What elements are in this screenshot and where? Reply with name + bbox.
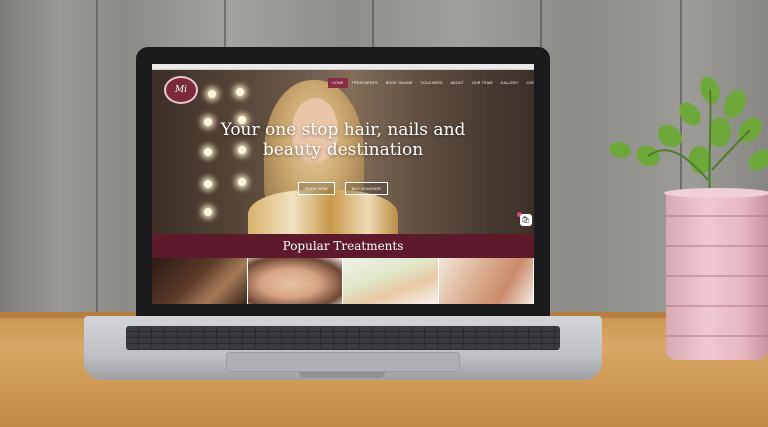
mirror-bulb: [204, 148, 212, 156]
section-title: Popular Treatments: [282, 239, 404, 253]
hero-section: Mi HOME TREATMENTS BOOK ONLINE VOUCHERS …: [152, 70, 534, 250]
laptop-trackpad: [226, 352, 460, 372]
nav-about[interactable]: ABOUT: [447, 78, 468, 88]
nav-contact[interactable]: CONTACT: [522, 78, 534, 88]
mirror-bulb: [204, 118, 212, 126]
laptop-notch: [299, 372, 385, 378]
laptop-screen: Mi HOME TREATMENTS BOOK ONLINE VOUCHERS …: [152, 64, 534, 304]
pot-ridge: [666, 275, 768, 277]
pot-rim: [664, 188, 768, 198]
plant-leaves: [609, 76, 768, 199]
logo-text: Mi: [174, 85, 188, 95]
salon-logo[interactable]: Mi: [164, 76, 198, 104]
basket-glyph: 🛍: [521, 217, 531, 224]
hero-headline: Your one stop hair, nails and beauty des…: [220, 120, 466, 160]
nav-vouchers[interactable]: VOUCHERS: [417, 78, 447, 88]
mirror-bulb: [208, 90, 216, 98]
treatment-tile-massage[interactable]: [438, 258, 534, 304]
pot-ridge: [666, 305, 768, 307]
treatment-tiles: [152, 258, 534, 304]
pot-ridge: [666, 215, 768, 217]
pot-ridge: [666, 245, 768, 247]
pot-ridge: [666, 335, 768, 337]
basket-icon[interactable]: 🛍: [520, 214, 532, 226]
treatment-tile-makeup[interactable]: [247, 258, 343, 304]
nav-treatments[interactable]: TREATMENTS: [348, 78, 382, 88]
wall-plank-seam: [96, 0, 98, 318]
book-now-button[interactable]: BOOK NOW: [298, 182, 335, 195]
popular-treatments-banner: Popular Treatments: [152, 234, 534, 258]
mirror-bulb: [204, 208, 212, 216]
nav-book-online[interactable]: BOOK ONLINE: [382, 78, 417, 88]
buy-voucher-button[interactable]: BUY VOUCHER: [344, 182, 388, 195]
nav-our-team[interactable]: OUR TEAM: [468, 78, 497, 88]
hero-cta-row: BOOK NOW BUY VOUCHER: [152, 182, 534, 195]
laptop-keyboard: [126, 326, 560, 350]
nav-home[interactable]: HOME: [328, 78, 348, 88]
main-nav: HOME TREATMENTS BOOK ONLINE VOUCHERS ABO…: [328, 78, 534, 88]
treatment-tile-nails[interactable]: [343, 258, 439, 304]
nav-gallery[interactable]: GALLERY: [497, 78, 523, 88]
mirror-bulb: [236, 88, 244, 96]
treatment-tile-hair[interactable]: [152, 258, 248, 304]
